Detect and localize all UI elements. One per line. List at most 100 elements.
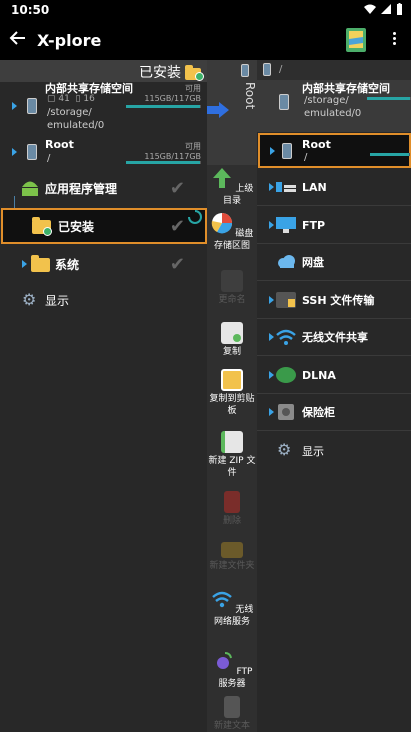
back-arrow-icon[interactable] — [9, 29, 27, 47]
phone-storage-icon — [263, 63, 271, 76]
expand-arrow-icon[interactable] — [269, 183, 274, 191]
dlna-icon — [276, 367, 296, 383]
status-bar: 10:50 — [0, 0, 411, 20]
expand-arrow-icon[interactable] — [269, 221, 274, 229]
tool-new-text[interactable]: 新建文本 — [207, 696, 257, 732]
vertical-tab-label: Root — [243, 82, 257, 110]
app-bar: X-plore — [0, 20, 411, 60]
expand-arrow-icon[interactable] — [270, 147, 275, 155]
tablet-map-icon[interactable] — [345, 27, 367, 53]
tool-label: 新建文件夹 — [209, 561, 255, 571]
expand-arrow-icon[interactable] — [22, 260, 27, 268]
tool-label: 新建文本 — [213, 721, 250, 731]
current-folder-text: 已安装 — [139, 65, 181, 81]
arrow-right-icon — [207, 102, 229, 118]
gears-icon: ⚙ — [277, 440, 292, 459]
tool-copy[interactable]: 复制 — [207, 322, 257, 358]
loading-spinner-icon — [188, 210, 202, 224]
expand-arrow-icon[interactable] — [269, 371, 274, 379]
row-installed[interactable]: 已安装 ✔ — [1, 208, 207, 244]
new-text-icon — [224, 696, 240, 718]
tool-ftp-server[interactable]: FTP 服务器 — [207, 650, 257, 690]
expand-arrow-icon[interactable] — [269, 333, 274, 341]
toolbar-pane: Root 上级目录 磁盘存储区图 更命名 复制 复制到剪贴板 新建 ZIP 文件… — [207, 60, 257, 732]
left-pane: 已安装 内部共享存储空间 ▢ 41 ▯ 16 可用 115GB/117GB /st… — [0, 60, 207, 732]
folder-icon — [31, 255, 50, 272]
installed-folder-icon — [185, 64, 204, 81]
expand-arrow-icon[interactable] — [269, 408, 274, 416]
clipboard-icon — [221, 369, 243, 391]
row-display[interactable]: ⚙ 显示 — [0, 282, 207, 318]
item-label: 保险柜 — [302, 406, 335, 419]
current-folder-label: 已安装 — [139, 62, 204, 82]
item-label: SSH 文件传输 — [302, 294, 375, 307]
overflow-menu-button[interactable] — [389, 30, 399, 50]
right-item-wifi-share[interactable]: 无线文件共享 — [257, 319, 411, 356]
tool-new-zip[interactable]: 新建 ZIP 文件 — [207, 431, 257, 479]
zip-icon — [221, 431, 243, 453]
tool-wifi-server[interactable]: 无线网络服务 — [207, 588, 257, 628]
expand-arrow-icon[interactable] — [12, 148, 17, 156]
copy-icon — [221, 322, 243, 344]
item-label: LAN — [302, 180, 327, 194]
tool-rename[interactable]: 更命名 — [207, 270, 257, 306]
right-item-cloud[interactable]: 网盘 — [257, 244, 411, 281]
wifi-icon — [364, 4, 376, 14]
right-item-ftp[interactable]: FTP — [257, 207, 411, 244]
item-label: FTP — [302, 218, 326, 232]
drive-counts: ▢ 41 ▯ 16 — [47, 94, 95, 104]
row-label: 应用程序管理 — [45, 181, 118, 196]
new-folder-icon — [221, 542, 243, 558]
drive-usage-bar — [126, 105, 201, 108]
right-drive-internal[interactable]: 内部共享存储空间 /storage/ emulated/0 — [257, 80, 411, 132]
check-icon[interactable]: ✔ — [170, 178, 185, 199]
tool-label: 新建 ZIP 文件 — [208, 456, 256, 478]
tool-label: 复制 — [222, 347, 241, 357]
drive-usage-bar — [370, 153, 410, 156]
monitor-icon — [276, 217, 296, 233]
arrow-up-icon — [212, 168, 231, 188]
install-badge-icon — [43, 227, 52, 236]
right-item-dlna[interactable]: DLNA — [257, 357, 411, 394]
right-item-display[interactable]: ⚙ 显示 — [257, 432, 411, 469]
pie-chart-icon — [211, 213, 232, 234]
tool-parent-dir[interactable]: 上级目录 — [207, 167, 257, 207]
phone-storage-icon — [241, 64, 249, 77]
expand-arrow-icon[interactable] — [12, 102, 17, 110]
drive-name: Root — [45, 138, 74, 151]
tool-label: 删除 — [222, 516, 241, 526]
app-title: X-plore — [37, 31, 102, 50]
ssh-terminal-icon — [276, 292, 296, 308]
tool-new-folder[interactable]: 新建文件夹 — [207, 538, 257, 572]
row-system[interactable]: 系统 ✔ — [0, 246, 207, 282]
drive-available: 可用 115GB/117GB — [144, 142, 201, 162]
check-icon[interactable]: ✔ — [170, 254, 185, 275]
right-item-lan[interactable]: LAN — [257, 169, 411, 206]
drive-available: 可用 115GB/117GB — [144, 84, 201, 104]
row-app-manager[interactable]: 应用程序管理 ✔ — [0, 170, 207, 206]
cloud-icon — [278, 255, 295, 268]
pane-switch[interactable]: Root — [207, 60, 257, 165]
drive-usage-bar — [126, 161, 201, 164]
folder-count: 41 — [58, 94, 70, 104]
lan-icon — [276, 182, 296, 192]
trash-icon — [224, 491, 240, 513]
tool-disk-map[interactable]: 磁盘存储区图 — [207, 212, 257, 252]
tool-copy-clipboard[interactable]: 复制到剪贴板 — [207, 369, 257, 417]
right-item-ssh[interactable]: SSH 文件传输 — [257, 282, 411, 319]
available-label: 可用 — [185, 142, 201, 151]
item-label: 无线文件共享 — [302, 331, 368, 344]
gears-icon: ⚙ — [22, 290, 37, 309]
right-top-path: / — [279, 64, 283, 75]
phone-storage-icon — [279, 94, 289, 110]
ftp-server-icon — [216, 652, 232, 669]
check-icon[interactable]: ✔ — [170, 216, 185, 237]
tool-delete[interactable]: 删除 — [207, 491, 257, 527]
right-item-vault[interactable]: 保险柜 — [257, 394, 411, 431]
right-pane: Root / LAN FTP 网盘 SSH 文件传输 无线文件共享 DLNA 保… — [257, 132, 411, 732]
right-root-selected[interactable]: Root / — [258, 133, 411, 168]
available-label: 可用 — [185, 84, 201, 93]
vault-icon — [278, 404, 294, 420]
item-label: 网盘 — [302, 256, 324, 269]
expand-arrow-icon[interactable] — [269, 296, 274, 304]
